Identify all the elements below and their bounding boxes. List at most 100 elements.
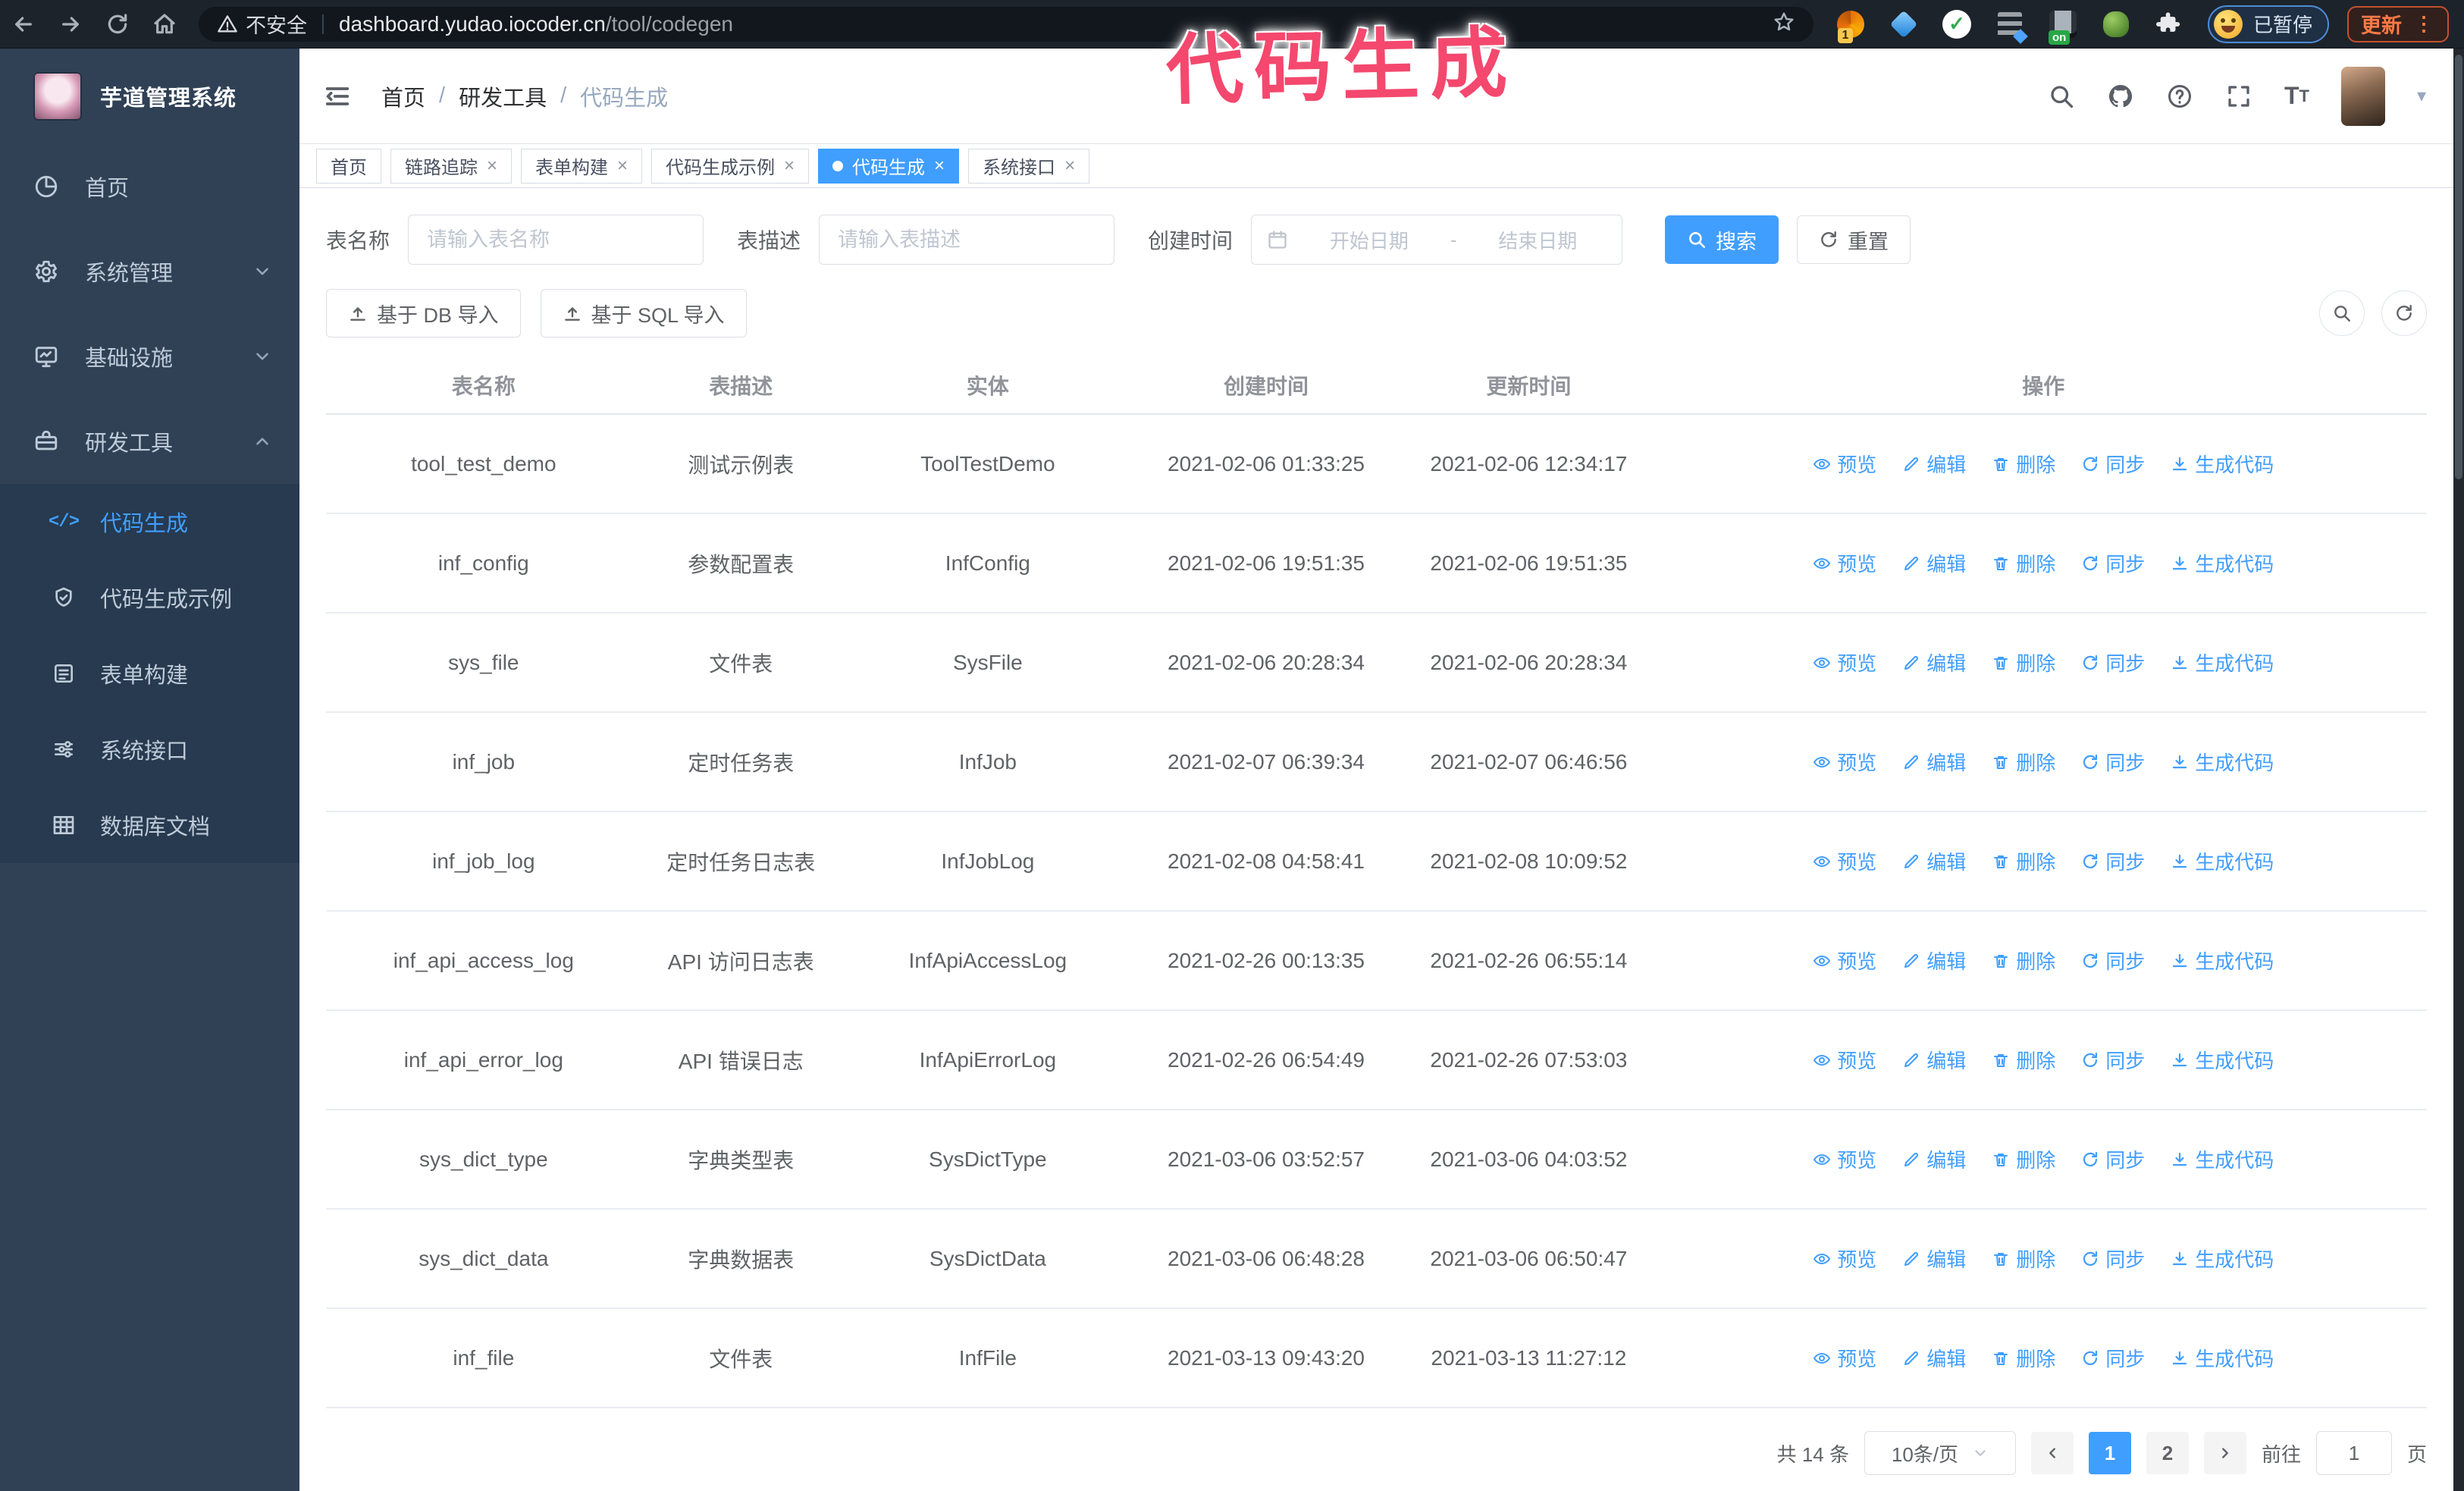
- sidebar-subitem-db-doc[interactable]: 数据库文档: [0, 787, 299, 863]
- action-sync-link[interactable]: 同步: [2081, 946, 2145, 975]
- reset-button[interactable]: 重置: [1797, 215, 1911, 264]
- action-preview-link[interactable]: 预览: [1813, 549, 1876, 577]
- font-size-icon[interactable]: TT: [2284, 82, 2309, 110]
- action-delete-link[interactable]: 删除: [1992, 1046, 2055, 1074]
- browser-reload-icon[interactable]: [94, 0, 141, 49]
- browser-back-icon[interactable]: [0, 0, 47, 49]
- action-preview-link[interactable]: 预览: [1813, 1046, 1876, 1074]
- sidebar-item-system-management[interactable]: 系统管理: [0, 229, 299, 314]
- user-avatar[interactable]: [2340, 66, 2385, 126]
- fullscreen-icon[interactable]: [2225, 83, 2252, 110]
- action-generate-link[interactable]: 生成代码: [2171, 748, 2274, 776]
- action-edit-link[interactable]: 编辑: [1902, 1344, 1966, 1372]
- breadcrumb-home[interactable]: 首页: [381, 80, 425, 112]
- close-icon[interactable]: ×: [1064, 156, 1075, 175]
- close-icon[interactable]: ×: [934, 156, 945, 175]
- sidebar-collapse-icon[interactable]: [322, 81, 353, 111]
- page-button-2[interactable]: 2: [2146, 1432, 2189, 1474]
- goto-page-input[interactable]: [2315, 1431, 2392, 1475]
- sidebar-subitem-system-api[interactable]: 系统接口: [0, 711, 299, 787]
- action-delete-link[interactable]: 删除: [1992, 450, 2055, 478]
- action-sync-link[interactable]: 同步: [2081, 648, 2145, 676]
- action-preview-link[interactable]: 预览: [1813, 1245, 1876, 1273]
- action-edit-link[interactable]: 编辑: [1902, 1145, 1966, 1173]
- action-delete-link[interactable]: 删除: [1992, 847, 2055, 875]
- action-preview-link[interactable]: 预览: [1813, 648, 1876, 676]
- action-generate-link[interactable]: 生成代码: [2171, 1046, 2274, 1074]
- action-delete-link[interactable]: 删除: [1992, 648, 2055, 676]
- search-button[interactable]: 搜索: [1665, 215, 1779, 264]
- extension-icon-4[interactable]: [1992, 7, 2028, 44]
- action-delete-link[interactable]: 删除: [1992, 549, 2055, 577]
- sidebar-item-dev-tools[interactable]: 研发工具: [0, 399, 299, 484]
- prev-page-button[interactable]: [2030, 1432, 2074, 1474]
- action-preview-link[interactable]: 预览: [1813, 1145, 1876, 1173]
- breadcrumb-dev-tools[interactable]: 研发工具: [459, 80, 547, 112]
- action-edit-link[interactable]: 编辑: [1902, 946, 1966, 975]
- table-name-input[interactable]: [408, 215, 704, 265]
- page-scrollbar[interactable]: [2453, 49, 2464, 1491]
- next-page-button[interactable]: [2203, 1432, 2246, 1474]
- not-secure-label[interactable]: 不安全: [217, 9, 307, 39]
- extensions-puzzle-icon[interactable]: [2152, 7, 2187, 42]
- tab-codegen[interactable]: 代码生成 ×: [818, 148, 960, 184]
- help-icon[interactable]: [2166, 83, 2193, 110]
- action-generate-link[interactable]: 生成代码: [2171, 549, 2274, 577]
- browser-profile-button[interactable]: 已暂停: [2208, 5, 2330, 43]
- page-button-1[interactable]: 1: [2088, 1432, 2131, 1474]
- address-bar[interactable]: 不安全 dashboard.yudao.iocoder.cn/tool/code…: [199, 6, 1814, 42]
- action-edit-link[interactable]: 编辑: [1902, 748, 1966, 776]
- action-sync-link[interactable]: 同步: [2081, 1344, 2145, 1372]
- sidebar-item-infrastructure[interactable]: 基础设施: [0, 314, 299, 399]
- action-generate-link[interactable]: 生成代码: [2171, 1145, 2274, 1173]
- action-sync-link[interactable]: 同步: [2081, 1046, 2145, 1074]
- action-generate-link[interactable]: 生成代码: [2171, 450, 2274, 478]
- action-generate-link[interactable]: 生成代码: [2171, 946, 2274, 975]
- action-delete-link[interactable]: 删除: [1992, 1245, 2055, 1273]
- refresh-table-button[interactable]: [2381, 290, 2427, 336]
- tab-form-builder[interactable]: 表单构建 ×: [521, 148, 643, 184]
- date-range-picker[interactable]: 开始日期 - 结束日期: [1251, 215, 1623, 265]
- action-delete-link[interactable]: 删除: [1992, 1344, 2055, 1372]
- user-menu-caret-icon[interactable]: ▾: [2417, 85, 2426, 107]
- sidebar-subitem-form-builder[interactable]: 表单构建: [0, 636, 299, 711]
- action-sync-link[interactable]: 同步: [2081, 1245, 2145, 1273]
- action-sync-link[interactable]: 同步: [2081, 549, 2145, 577]
- action-delete-link[interactable]: 删除: [1992, 748, 2055, 776]
- toggle-search-button[interactable]: [2319, 290, 2365, 336]
- tab-home[interactable]: 首页: [316, 148, 381, 184]
- action-generate-link[interactable]: 生成代码: [2171, 648, 2274, 676]
- browser-home-icon[interactable]: [141, 0, 188, 49]
- sidebar-subitem-codegen[interactable]: </> 代码生成: [0, 484, 299, 560]
- action-generate-link[interactable]: 生成代码: [2171, 1245, 2274, 1273]
- action-preview-link[interactable]: 预览: [1813, 847, 1876, 875]
- bookmark-star-icon[interactable]: [1773, 11, 1795, 37]
- action-sync-link[interactable]: 同步: [2081, 450, 2145, 478]
- sidebar-subitem-codegen-example[interactable]: 代码生成示例: [0, 560, 299, 636]
- action-preview-link[interactable]: 预览: [1813, 450, 1876, 478]
- action-edit-link[interactable]: 编辑: [1902, 847, 1966, 875]
- extension-icon-5[interactable]: on: [2045, 7, 2080, 45]
- import-db-button[interactable]: 基于 DB 导入: [326, 289, 521, 337]
- action-edit-link[interactable]: 编辑: [1902, 648, 1966, 676]
- close-icon[interactable]: ×: [784, 156, 795, 175]
- scrollbar-thumb[interactable]: [2455, 55, 2462, 479]
- action-preview-link[interactable]: 预览: [1813, 748, 1876, 776]
- browser-menu-icon[interactable]: ⋮: [2414, 12, 2435, 36]
- extension-icon-6[interactable]: [2099, 7, 2133, 42]
- action-sync-link[interactable]: 同步: [2081, 748, 2145, 776]
- tab-codegen-example[interactable]: 代码生成示例 ×: [651, 148, 810, 184]
- browser-forward-icon[interactable]: [47, 0, 94, 49]
- action-preview-link[interactable]: 预览: [1813, 946, 1876, 975]
- search-icon[interactable]: [2048, 83, 2075, 110]
- github-icon[interactable]: [2107, 83, 2134, 110]
- tab-trace[interactable]: 链路追踪 ×: [390, 148, 513, 184]
- action-delete-link[interactable]: 删除: [1992, 946, 2055, 975]
- action-edit-link[interactable]: 编辑: [1902, 450, 1966, 478]
- action-generate-link[interactable]: 生成代码: [2171, 1344, 2274, 1372]
- action-sync-link[interactable]: 同步: [2081, 847, 2145, 875]
- extension-icon-3[interactable]: ✓: [1939, 7, 1974, 42]
- action-delete-link[interactable]: 删除: [1992, 1145, 2055, 1173]
- table-desc-input[interactable]: [819, 215, 1115, 265]
- action-edit-link[interactable]: 编辑: [1902, 1046, 1966, 1074]
